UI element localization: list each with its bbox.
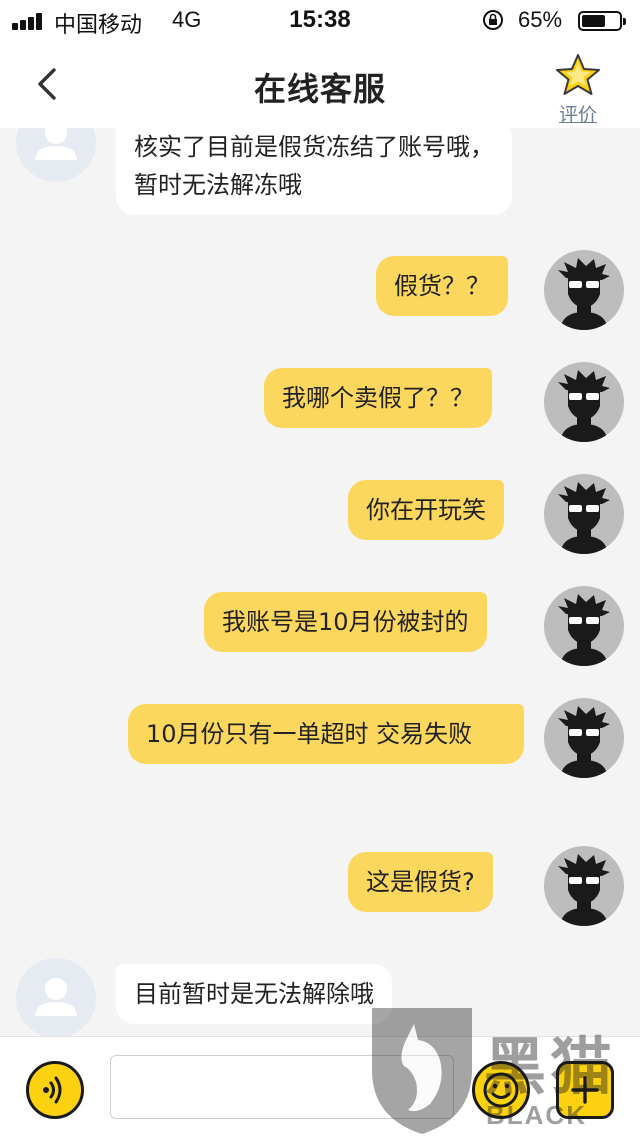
rate-label: 评价 [558,104,597,126]
message-bubble-user: 10月份只有一单超时 交易失败 [128,704,524,764]
message-bubble-user: 你在开玩笑 [348,480,504,540]
user-avatar [544,846,624,926]
input-bar [0,1036,640,1136]
user-face-icon [558,706,610,778]
user-face-icon [558,482,610,554]
person-icon [35,128,77,160]
battery-fill [582,15,605,27]
plus-icon [571,1076,599,1104]
message-bubble-user: 这是假货? [348,852,493,912]
person-icon [35,978,77,1016]
voice-button[interactable] [26,1061,84,1119]
battery-percent: 65% [518,7,563,32]
star-icon [556,54,600,95]
user-face-icon [558,370,610,442]
message-bubble-agent: 核实了目前是假货冻结了账号哦，暂时无法解冻哦 [116,128,512,215]
agent-avatar [16,958,96,1036]
emoji-icon [483,1072,519,1108]
chat-area[interactable]: 核实了目前是假货冻结了账号哦，暂时无法解冻哦 假货？？ 我哪个卖假了？？ 你在开… [0,128,640,1036]
orientation-lock-icon [483,10,503,30]
user-face-icon [558,854,610,926]
battery-icon [578,11,626,31]
agent-avatar [16,128,96,182]
voice-icon [43,1076,62,1104]
message-bubble-user: 我账号是10月份被封的 [204,592,487,652]
user-avatar [544,586,624,666]
user-avatar [544,474,624,554]
page-title: 在线客服 [253,70,386,108]
rate-button[interactable]: 评价 [548,52,608,126]
message-input[interactable] [110,1055,454,1119]
message-bubble-user: 假货？？ [376,256,508,316]
message-bubble-user: 我哪个卖假了？？ [264,368,492,428]
user-avatar [544,250,624,330]
nav-bar: 在线客服 评价 [0,40,640,128]
user-face-icon [558,258,610,330]
user-avatar [544,698,624,778]
user-face-icon [558,594,610,666]
user-avatar [544,362,624,442]
more-button[interactable] [556,1061,614,1119]
emoji-button[interactable] [472,1061,530,1119]
status-bar: 中国移动 4G 15:38 65% [0,0,640,40]
message-bubble-agent: 目前暂时是无法解除哦 [116,964,392,1024]
